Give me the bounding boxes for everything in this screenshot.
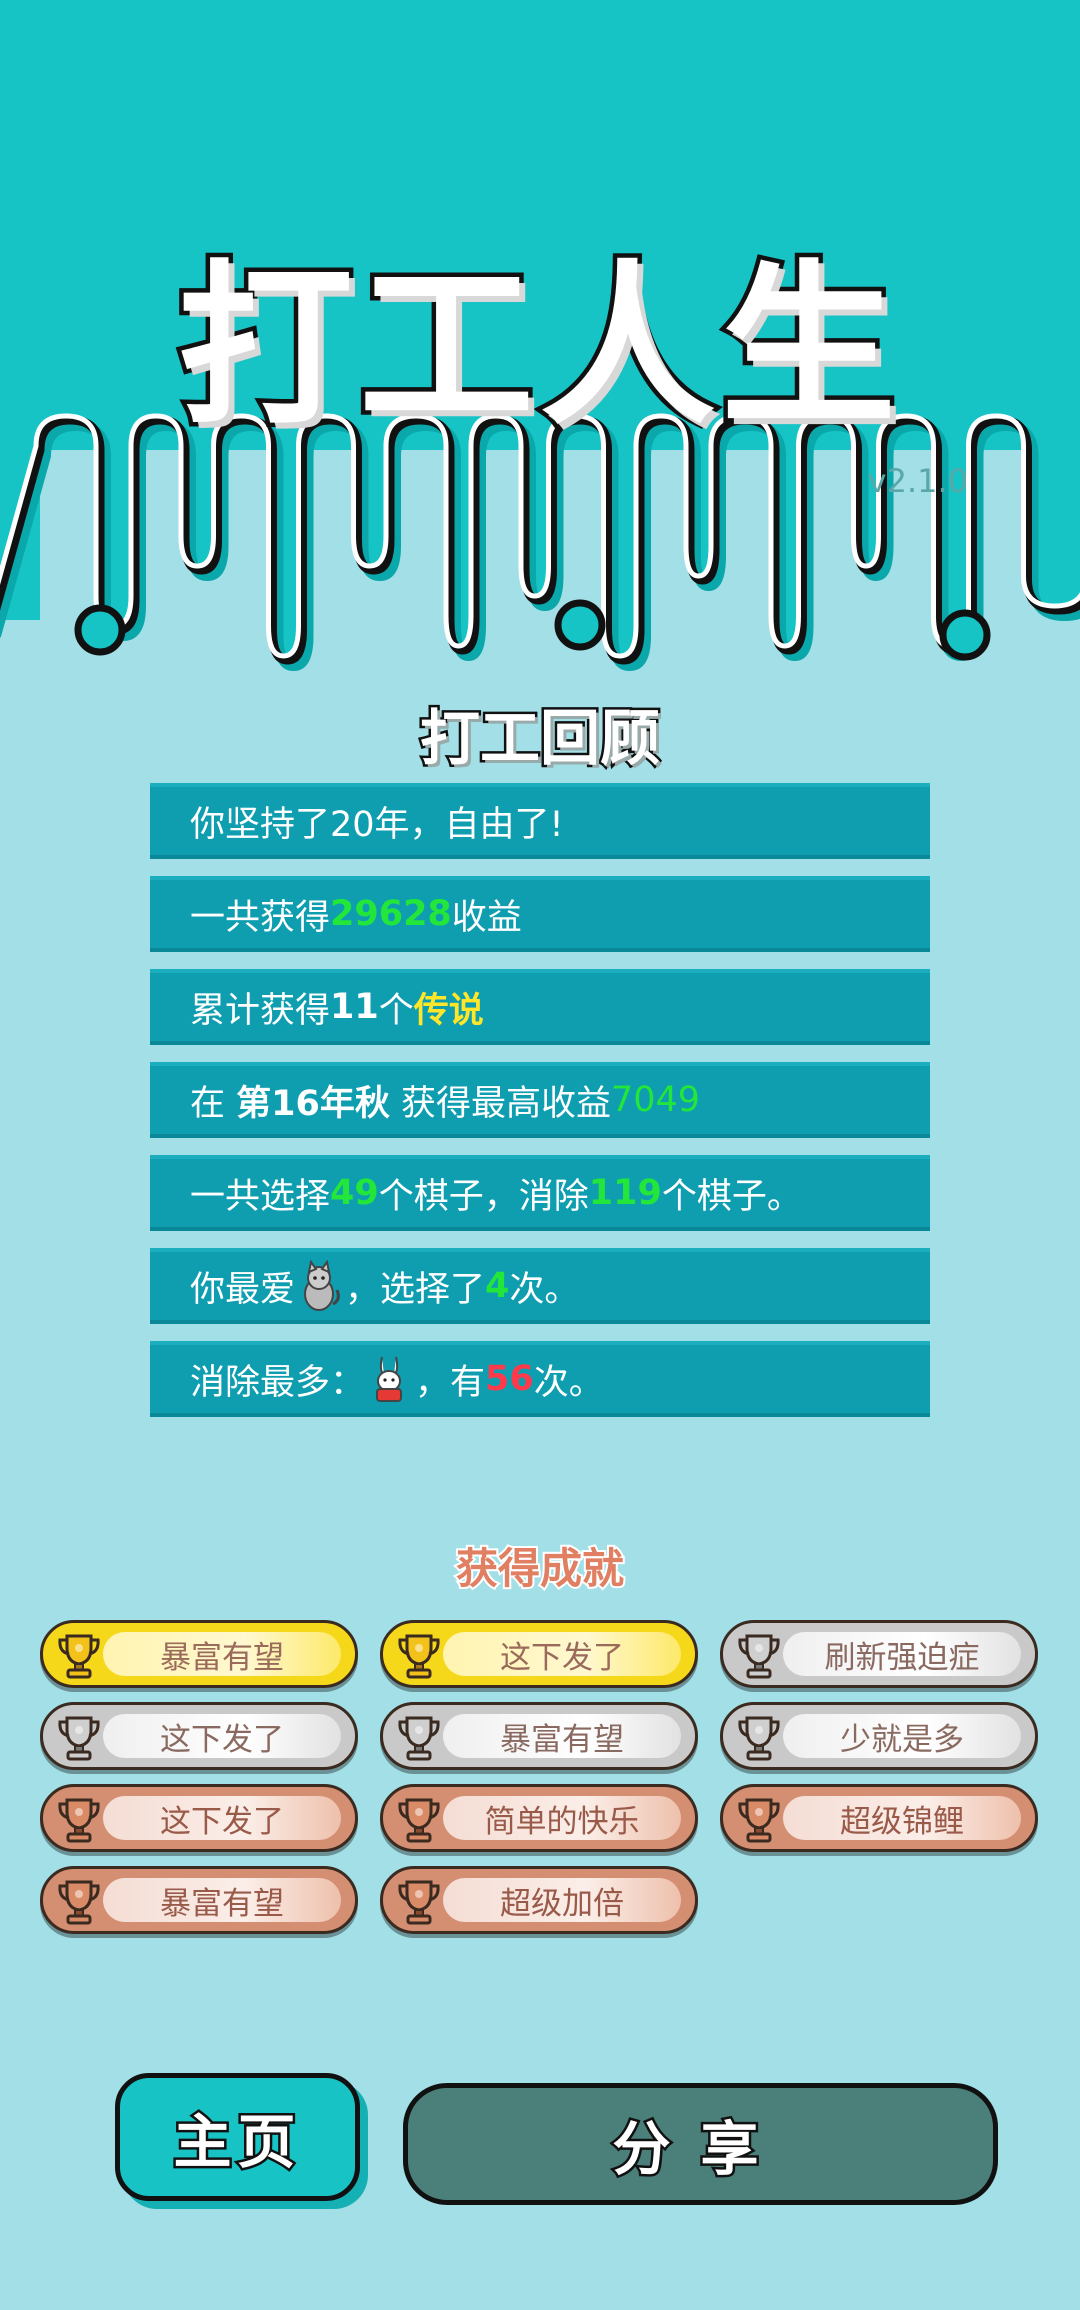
achievement-badge: 刷新强迫症 [720, 1620, 1038, 1688]
achievement-badge: 暴富有望 [380, 1702, 698, 1770]
review-row-text: ，选择了 [345, 1269, 486, 1310]
trophy-icon [58, 1880, 100, 1925]
review-row-text: ，有 [415, 1362, 486, 1403]
achievement-label: 简单的快乐 [484, 1803, 640, 1840]
review-row-text: 在 [190, 1083, 237, 1124]
game-title: 打工人生 [174, 242, 902, 454]
review-row-text: 一共获得 [190, 897, 331, 938]
trophy-icon [398, 1880, 440, 1925]
review-row-text: 个棋子。 [661, 1176, 802, 1217]
review-row: 一共获得 29628 收益 [150, 876, 930, 952]
achievement-label: 超级锦鲤 [840, 1803, 964, 1840]
review-row-text: 累计获得 [190, 990, 331, 1031]
home-button[interactable]: 主页 [115, 2073, 360, 2201]
review-row-text: 49 [330, 1173, 379, 1213]
review-row-text: 11 [330, 987, 379, 1027]
review-row-text: 一共选择 [190, 1176, 331, 1217]
achievement-label: 暴富有望 [500, 1721, 624, 1758]
review-row-text: 第16年秋 [236, 1083, 390, 1124]
review-row-text: 29628 [330, 894, 452, 934]
review-row-text: 次。 [509, 1269, 580, 1310]
achievement-badge: 暴富有望 [40, 1620, 358, 1688]
review-row-text: 你最爱 [190, 1269, 296, 1310]
review-row: 在 第16年秋 获得最高收益 7049 [150, 1062, 930, 1138]
review-row-text: 个棋子，消除 [378, 1176, 589, 1217]
achievement-label: 暴富有望 [160, 1885, 284, 1922]
trophy-icon [58, 1634, 100, 1679]
trophy-icon [398, 1634, 440, 1679]
share-button-label: 分享 [610, 2113, 789, 2186]
review-row-text: 消除最多： [190, 1362, 366, 1403]
review-row-text: 你坚持了20年，自由了! [190, 804, 564, 845]
trophy-icon [398, 1716, 440, 1761]
achievement-label: 这下发了 [500, 1639, 624, 1676]
achievement-label: 这下发了 [160, 1721, 284, 1758]
trophy-icon [738, 1716, 780, 1761]
trophy-icon [58, 1716, 100, 1761]
review-row: 你最爱 ，选择了 4 次。 [150, 1248, 930, 1324]
review-row-text: 4 [485, 1266, 510, 1306]
achievement-label: 暴富有望 [160, 1639, 284, 1676]
review-title: 打工回顾 [418, 702, 663, 777]
review-row-text: 传说 [413, 990, 484, 1031]
review-row-text: 7049 [611, 1080, 701, 1120]
share-button[interactable]: 分享 [403, 2083, 998, 2205]
rabbit-icon [367, 1353, 413, 1405]
review-row-text: 个 [378, 990, 414, 1031]
review-row: 你坚持了20年，自由了! [150, 783, 930, 859]
review-row: 消除最多： ，有 56 次。 [150, 1341, 930, 1417]
trophy-icon [738, 1634, 780, 1679]
achievement-badge: 这下发了 [380, 1620, 698, 1688]
achievements-title: 获得成就 [454, 1542, 626, 1595]
review-row-text: 获得最高收益 [389, 1083, 611, 1124]
review-stats-list: 你坚持了20年，自由了! 一共获得 29628 收益 累计获得 11 个传说在 第16年秋 … [150, 783, 930, 1434]
review-row-text: 收益 [451, 897, 522, 938]
achievement-badge: 少就是多 [720, 1702, 1038, 1770]
achievement-label: 这下发了 [160, 1803, 284, 1840]
achievement-label: 超级加倍 [500, 1885, 624, 1922]
achievement-badge: 暴富有望 [40, 1866, 358, 1934]
review-row: 累计获得 11 个传说 [150, 969, 930, 1045]
review-row: 一共选择 49 个棋子，消除 119 个棋子。 [150, 1155, 930, 1231]
review-row-text: 119 [588, 1173, 662, 1213]
review-row-text: 次。 [533, 1362, 604, 1403]
cat-icon [297, 1259, 343, 1312]
trophy-icon [738, 1798, 780, 1843]
achievement-badge: 超级加倍 [380, 1866, 698, 1934]
home-button-label: 主页 [171, 2106, 302, 2179]
achievement-badge: 超级锦鲤 [720, 1784, 1038, 1852]
achievement-label: 少就是多 [840, 1721, 964, 1758]
achievement-badge: 这下发了 [40, 1702, 358, 1770]
achievement-label: 刷新强迫症 [824, 1639, 980, 1676]
version-label: v2.1.0 [867, 462, 968, 500]
trophy-icon [58, 1798, 100, 1843]
achievement-badge: 这下发了 [40, 1784, 358, 1852]
review-row-text: 56 [485, 1359, 534, 1399]
trophy-icon [398, 1798, 440, 1843]
achievement-badge: 简单的快乐 [380, 1784, 698, 1852]
